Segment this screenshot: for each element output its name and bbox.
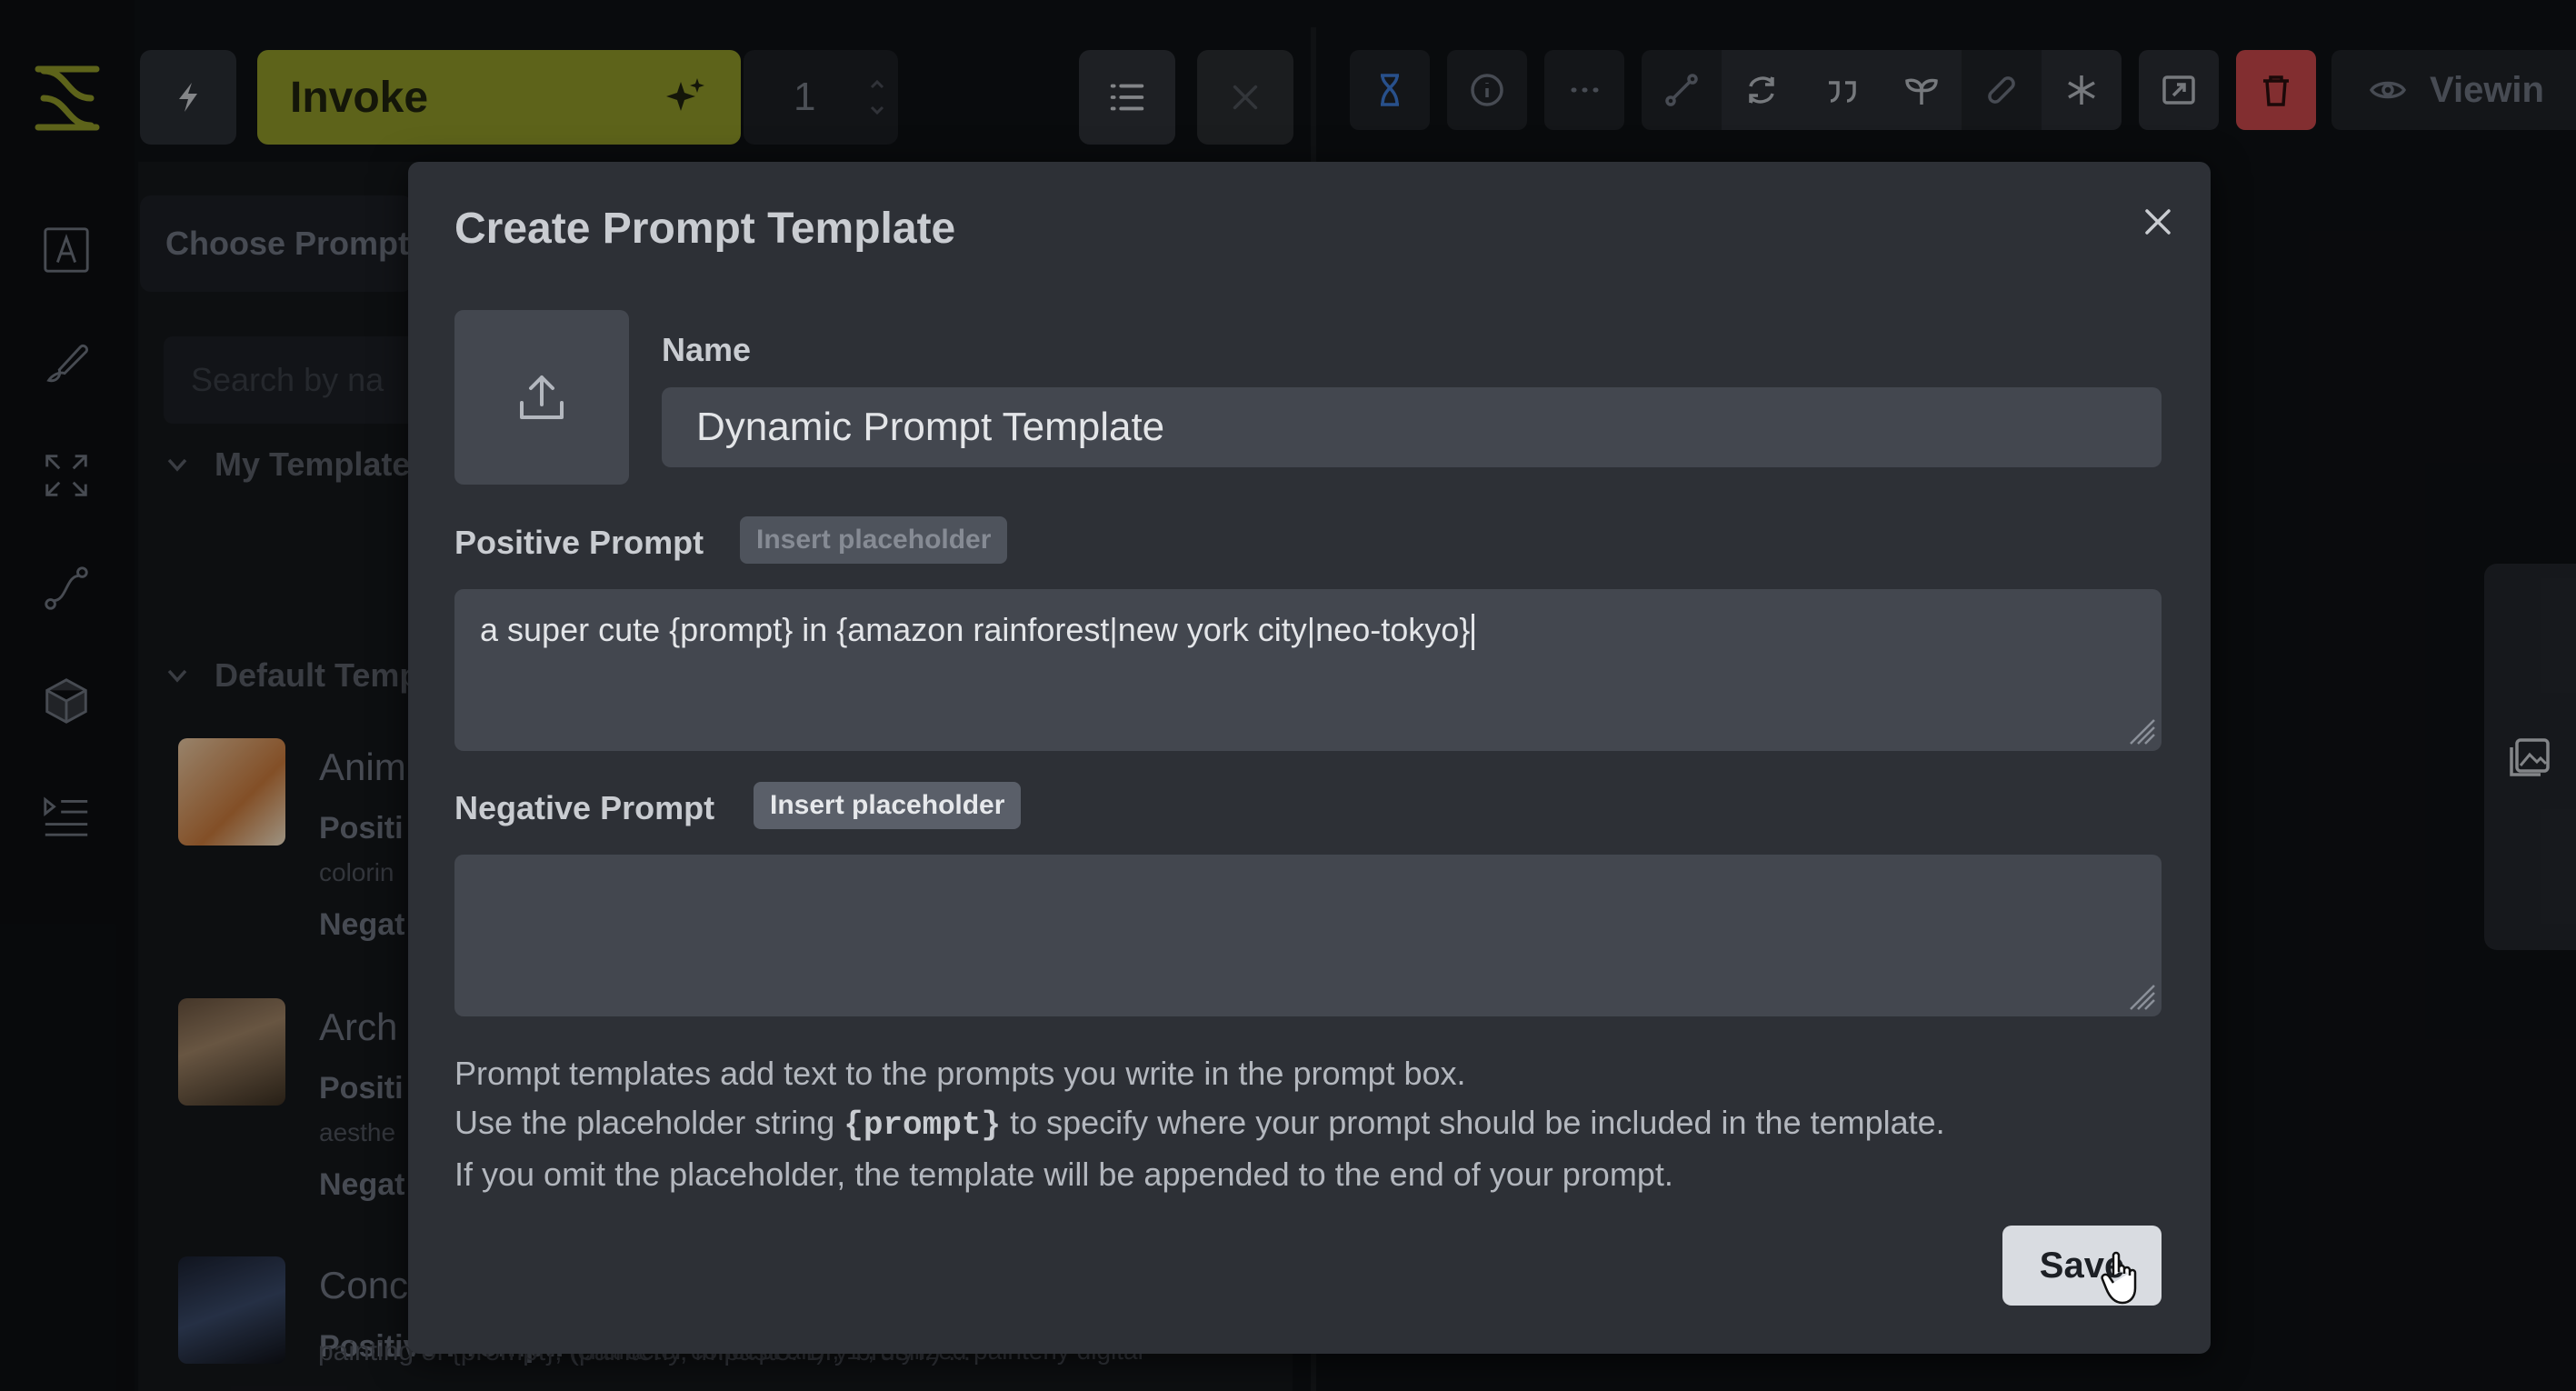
- resize-grip-icon[interactable]: [2125, 980, 2156, 1011]
- modal-close-button[interactable]: [2131, 195, 2185, 249]
- positive-prompt-textarea[interactable]: a super cute {prompt} in {amazon rainfor…: [454, 589, 2162, 751]
- name-input[interactable]: [662, 387, 2162, 467]
- name-label: Name: [662, 331, 752, 368]
- text-caret: [1472, 614, 1475, 651]
- negative-prompt-textarea[interactable]: [454, 855, 2162, 1016]
- create-prompt-template-modal: Create Prompt Template Name Positive Pro…: [408, 162, 2211, 1354]
- positive-prompt-label: Positive Prompt: [454, 524, 704, 561]
- resize-grip-icon[interactable]: [2125, 715, 2156, 746]
- close-icon: [2145, 209, 2171, 235]
- positive-prompt-value: a super cute {prompt} in {amazon rainfor…: [480, 611, 1471, 648]
- negative-prompt-label: Negative Prompt: [454, 789, 715, 826]
- placeholder-code: {prompt}: [844, 1106, 1002, 1144]
- help-line-2-post: to specify where your prompt should be i…: [1001, 1104, 1945, 1141]
- help-line-1: Prompt templates add text to the prompts…: [454, 1055, 1466, 1092]
- upload-icon: [520, 375, 564, 419]
- negative-insert-placeholder-button[interactable]: Insert placeholder: [754, 782, 1022, 829]
- hand-cursor-icon: [2101, 1251, 2137, 1305]
- modal-title: Create Prompt Template: [454, 205, 956, 253]
- help-line-2: Use the placeholder string {prompt} to s…: [454, 1098, 1945, 1150]
- help-text: Prompt templates add text to the prompts…: [454, 1049, 1945, 1199]
- help-line-2-pre: Use the placeholder string: [454, 1104, 844, 1141]
- image-upload-button[interactable]: [454, 310, 629, 485]
- positive-insert-placeholder-button[interactable]: Insert placeholder: [740, 516, 1008, 564]
- help-line-3: If you omit the placeholder, the templat…: [454, 1156, 1673, 1193]
